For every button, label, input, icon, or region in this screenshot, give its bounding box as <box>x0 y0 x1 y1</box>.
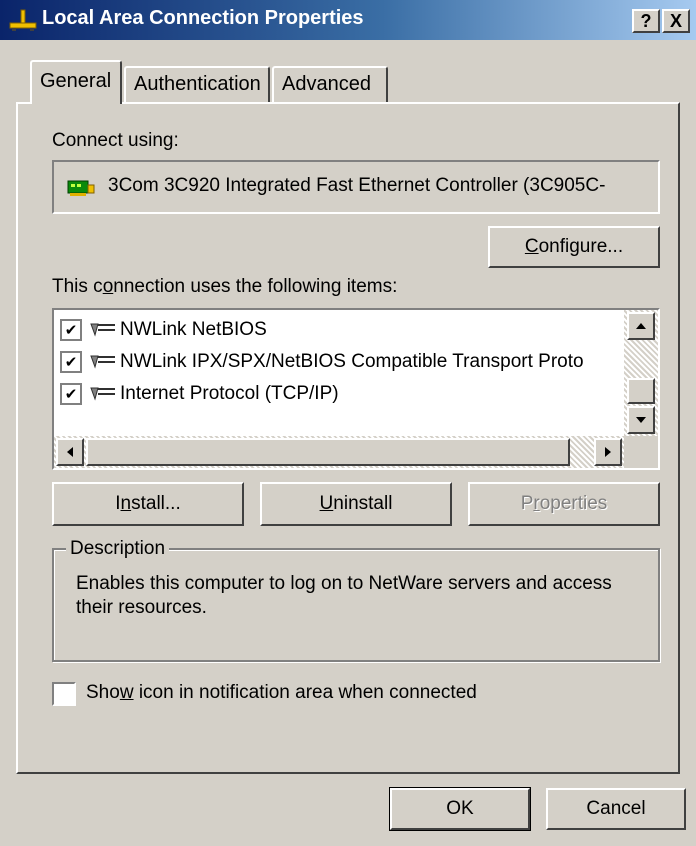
tab-advanced[interactable]: Advanced <box>272 66 388 102</box>
scroll-corner <box>624 436 658 468</box>
uninstall-label-key: U <box>319 493 334 514</box>
vertical-scrollbar[interactable] <box>624 310 658 436</box>
items-label-post: nnection uses the following items: <box>113 276 398 297</box>
items-label-key: o <box>102 276 114 297</box>
horizontal-scrollbar[interactable] <box>54 436 624 468</box>
protocol-icon <box>90 355 115 369</box>
show-icon-label-pre: Sho <box>86 682 120 703</box>
arrow-down-icon <box>636 417 646 423</box>
items-list[interactable]: ✔ NWLink NetBIOS ✔ NWLink IPX/SPX/NetBIO… <box>52 308 660 470</box>
scroll-left-button[interactable] <box>56 438 84 466</box>
help-button[interactable]: ? <box>632 9 660 33</box>
cancel-button[interactable]: Cancel <box>546 788 686 830</box>
list-item[interactable]: ✔ NWLink NetBIOS <box>60 314 620 346</box>
window-title: Local Area Connection Properties <box>42 7 364 29</box>
scroll-thumb[interactable] <box>627 378 655 404</box>
uninstall-button[interactable]: Uninstall <box>260 482 452 526</box>
configure-label-post: onfigure... <box>538 236 624 257</box>
scroll-down-button[interactable] <box>627 406 655 434</box>
show-icon-checkbox[interactable] <box>52 682 76 706</box>
item-label: NWLink NetBIOS <box>120 319 267 340</box>
close-button[interactable]: X <box>662 9 690 33</box>
uninstall-label-post: ninstall <box>333 493 393 514</box>
items-label: This connection uses the following items… <box>52 276 397 298</box>
items-label-pre: This c <box>52 276 103 297</box>
properties-label-pre: P <box>520 493 534 514</box>
item-label: NWLink IPX/SPX/NetBIOS Compatible Transp… <box>120 351 584 372</box>
configure-button[interactable]: Configure... <box>488 226 660 268</box>
properties-label-post: operties <box>539 493 608 514</box>
tab-general[interactable]: General <box>30 60 122 104</box>
tab-authentication[interactable]: Authentication <box>124 66 270 102</box>
title-bar[interactable]: Local Area Connection Properties ? X <box>0 0 696 40</box>
install-button[interactable]: In stall... <box>52 482 244 526</box>
item-label: Internet Protocol (TCP/IP) <box>120 383 339 404</box>
adapter-field: 3Com 3C920 Integrated Fast Ethernet Cont… <box>52 160 660 214</box>
network-connection-icon <box>9 9 37 31</box>
scroll-right-button[interactable] <box>594 438 622 466</box>
install-label-key: n <box>120 493 132 514</box>
list-item[interactable]: ✔ NWLink IPX/SPX/NetBIOS Compatible Tran… <box>60 346 620 378</box>
show-icon-label[interactable]: Show icon in notification area when conn… <box>86 682 477 704</box>
protocol-icon <box>90 323 115 337</box>
description-text: Enables this computer to log on to NetWa… <box>76 573 612 618</box>
connect-using-label: Connect using: <box>52 130 179 151</box>
item-checkbox[interactable]: ✔ <box>60 351 82 373</box>
item-checkbox[interactable]: ✔ <box>60 319 82 341</box>
install-label-post: stall... <box>131 493 181 514</box>
show-icon-label-key: w <box>119 682 134 703</box>
properties-button[interactable]: Pr operties <box>468 482 660 526</box>
arrow-right-icon <box>605 447 611 457</box>
show-icon-label-post: icon in notification area when connected <box>133 682 477 703</box>
adapter-name: 3Com 3C920 Integrated Fast Ethernet Cont… <box>108 175 606 196</box>
configure-label-key: C <box>524 236 539 257</box>
item-checkbox[interactable]: ✔ <box>60 383 82 405</box>
hscroll-thumb[interactable] <box>86 438 570 466</box>
arrow-left-icon <box>67 447 73 457</box>
scroll-up-button[interactable] <box>627 312 655 340</box>
ok-button[interactable]: OK <box>389 787 531 831</box>
arrow-up-icon <box>636 323 646 329</box>
protocol-icon <box>90 387 115 401</box>
description-title: Description <box>66 538 170 560</box>
network-adapter-icon <box>67 180 95 196</box>
list-item[interactable]: ✔ Internet Protocol (TCP/IP) <box>60 378 620 410</box>
